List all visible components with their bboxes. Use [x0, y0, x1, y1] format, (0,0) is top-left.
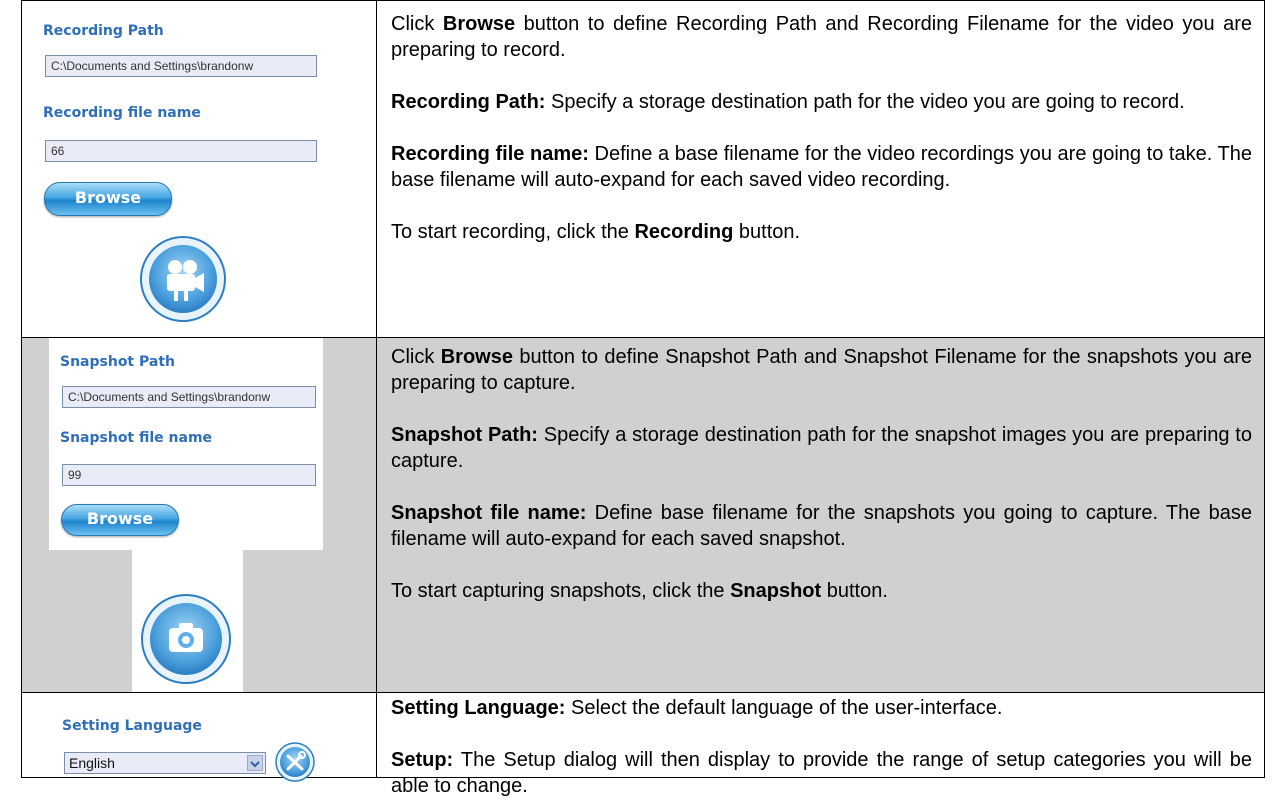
language-select[interactable]: English: [64, 752, 266, 774]
snapshot-row: Snapshot Path C:\Documents and Settings\…: [21, 337, 1265, 693]
chevron-down-icon[interactable]: [247, 755, 263, 771]
recording-path-input[interactable]: C:\Documents and Settings\brandonw: [45, 55, 317, 77]
recording-paragraph-2: Recording Path: Specify a storage destin…: [391, 91, 1185, 113]
recording-browse-button[interactable]: Browse: [44, 182, 172, 216]
snapshot-browse-button[interactable]: Browse: [61, 504, 179, 536]
snapshot-description: Click Browse button to define Snapshot P…: [377, 338, 1264, 692]
language-paragraph-1: Setting Language: Select the default lan…: [391, 697, 1003, 719]
snapshot-file-label: Snapshot file name: [60, 430, 213, 446]
snapshot-ui-cell: Snapshot Path C:\Documents and Settings\…: [22, 338, 377, 693]
language-ui-cell: Setting Language English: [22, 693, 377, 782]
recording-row: Recording Path C:\Documents and Settings…: [21, 0, 1265, 338]
recording-ui-cell: Recording Path C:\Documents and Settings…: [22, 1, 377, 337]
tools-icon[interactable]: [275, 742, 315, 782]
snapshot-path-input[interactable]: C:\Documents and Settings\brandonw: [62, 386, 316, 408]
recording-paragraph-3: Recording file name: Define a base filen…: [391, 143, 1252, 191]
snapshot-paragraph-1: Click Browse button to define Snapshot P…: [391, 346, 1252, 394]
snapshot-paragraph-2: Snapshot Path: Specify a storage destina…: [391, 424, 1252, 472]
snapshot-paragraph-4: To start capturing snapshots, click the …: [391, 580, 888, 602]
recording-paragraph-4: To start recording, click the Recording …: [391, 221, 801, 243]
language-label: Setting Language: [62, 718, 202, 734]
snapshot-paragraph-3: Snapshot file name: Define base filename…: [391, 502, 1252, 550]
snapshot-path-label: Snapshot Path: [60, 354, 175, 370]
language-row: Setting Language English Setting Languag…: [21, 692, 1265, 797]
snapshot-file-input[interactable]: 99: [62, 464, 316, 486]
recording-file-label: Recording file name: [43, 105, 201, 121]
camera-icon[interactable]: [141, 594, 231, 684]
language-description: Setting Language: Select the default lan…: [377, 693, 1264, 797]
language-select-value: English: [69, 755, 115, 771]
video-camera-icon[interactable]: [140, 236, 226, 322]
language-paragraph-2: Setup: The Setup dialog will then displa…: [391, 749, 1252, 797]
recording-file-input[interactable]: 66: [45, 140, 317, 162]
recording-paragraph-1: Click Browse button to define Recording …: [391, 13, 1253, 61]
recording-path-label: Recording Path: [43, 23, 164, 39]
recording-description: Click Browse button to define Recording …: [377, 1, 1264, 337]
